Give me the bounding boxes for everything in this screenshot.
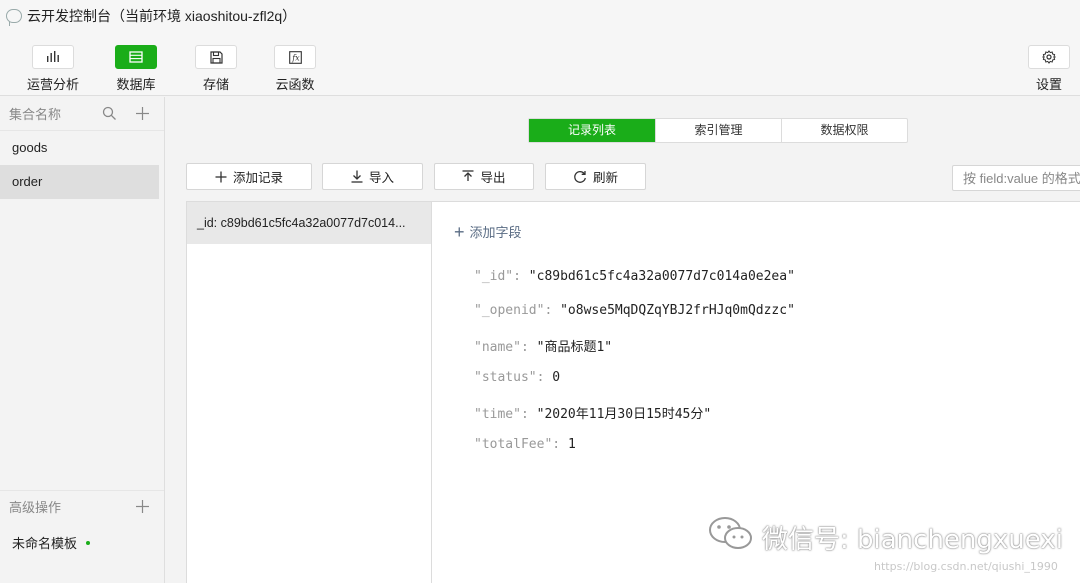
field-value: "o8wse5MqDQZqYBJ2frHJq0mQdzzc" xyxy=(560,303,795,318)
collection-item-order[interactable]: order xyxy=(0,165,159,199)
main-panel: 记录列表 索引管理 数据权限 添加记录 导入 导出 刷新 _id: c89bd6… xyxy=(165,97,1080,583)
import-button[interactable]: 导入 xyxy=(322,163,423,190)
toolbar-item-cloud-functions[interactable]: fx 云函数 xyxy=(260,45,330,93)
record-list: _id: c89bd61c5fc4a32a0077d7c014... xyxy=(186,201,432,583)
database-icon xyxy=(115,45,157,69)
field-key: "totalFee" xyxy=(474,437,553,452)
toolbar-label: 云函数 xyxy=(275,77,315,92)
search-input[interactable] xyxy=(952,165,1080,191)
plus-icon: + xyxy=(454,221,465,242)
field-key: "_openid" xyxy=(474,303,545,318)
advanced-header-label: 高级操作 xyxy=(9,500,62,515)
save-icon xyxy=(195,45,237,69)
collection-item-goods[interactable]: goods xyxy=(0,131,164,165)
window-title: 云开发控制台（当前环境 xiaoshitou-zfl2q） xyxy=(27,8,297,24)
plus-icon xyxy=(215,171,227,183)
watermark-url: https://blog.csdn.net/qiushi_1990 xyxy=(874,560,1058,573)
watermark-text: 微信号: bianchengxuexi xyxy=(762,525,1063,555)
toolbar-label: 数据库 xyxy=(116,77,156,92)
export-label: 导出 xyxy=(480,171,506,185)
wechat-devtools-icon xyxy=(6,9,22,26)
field-row[interactable]: "time": "2020年11月30日15时45分" xyxy=(474,403,711,422)
field-key: "time" xyxy=(474,407,521,422)
field-value: 0 xyxy=(552,370,561,385)
status-dot xyxy=(86,540,91,545)
bar-chart-icon xyxy=(32,45,74,69)
refresh-label: 刷新 xyxy=(592,171,618,185)
tab-indexes[interactable]: 索引管理 xyxy=(655,119,781,142)
field-value: "商品标题1" xyxy=(536,340,613,355)
field-row[interactable]: "_id": "c89bd61c5fc4a32a0077d7c014a0e2ea… xyxy=(474,269,795,284)
field-value: "2020年11月30日15时45分" xyxy=(536,407,712,422)
collection-sidebar: 集合名称 goods order 高级操作 未命名模板 xyxy=(0,97,165,583)
toolbar-item-storage[interactable]: 存储 xyxy=(181,45,251,93)
wechat-logo-icon xyxy=(708,515,754,560)
tab-permissions[interactable]: 数据权限 xyxy=(781,119,907,142)
toolbar-item-settings[interactable]: 设置 xyxy=(1014,45,1080,93)
upload-icon xyxy=(462,170,474,183)
export-button[interactable]: 导出 xyxy=(434,163,534,190)
field-key: "status" xyxy=(474,370,537,385)
download-icon xyxy=(351,170,363,183)
field-key: "_id" xyxy=(474,269,514,284)
svg-text:fx: fx xyxy=(291,53,300,62)
add-record-label: 添加记录 xyxy=(232,171,283,185)
collection-header-label: 集合名称 xyxy=(9,107,62,122)
add-field-label: 添加字段 xyxy=(469,225,522,240)
template-item[interactable]: 未命名模板 xyxy=(12,533,91,552)
add-record-button[interactable]: 添加记录 xyxy=(186,163,312,190)
search-icon[interactable] xyxy=(102,106,117,124)
toolbar-item-database[interactable]: 数据库 xyxy=(101,45,171,93)
refresh-button[interactable]: 刷新 xyxy=(545,163,646,190)
refresh-icon xyxy=(573,170,587,184)
field-row[interactable]: "totalFee": 1 xyxy=(474,437,576,452)
add-field-button[interactable]: + 添加字段 xyxy=(454,222,522,241)
import-label: 导入 xyxy=(368,171,394,185)
add-collection-icon[interactable] xyxy=(135,106,150,124)
gear-icon xyxy=(1028,45,1070,69)
advanced-header: 高级操作 xyxy=(0,490,164,522)
field-row[interactable]: "_openid": "o8wse5MqDQZqYBJ2frHJq0mQdzzc… xyxy=(474,303,795,318)
field-key: "name" xyxy=(474,340,521,355)
collection-header: 集合名称 xyxy=(0,97,164,131)
watermark: 微信号: bianchengxuexi xyxy=(708,515,1063,560)
toolbar: 运营分析 数据库 存储 fx 云函数 设置 xyxy=(0,32,1080,96)
toolbar-item-analytics[interactable]: 运营分析 xyxy=(18,45,88,93)
toolbar-label: 运营分析 xyxy=(26,77,79,92)
field-row[interactable]: "name": "商品标题1" xyxy=(474,336,612,355)
tab-records[interactable]: 记录列表 xyxy=(529,119,655,142)
record-item[interactable]: _id: c89bd61c5fc4a32a0077d7c014... xyxy=(187,202,431,244)
tab-bar: 记录列表 索引管理 数据权限 xyxy=(528,118,908,143)
toolbar-label: 存储 xyxy=(202,77,229,92)
add-template-icon[interactable] xyxy=(135,499,150,517)
field-value: "c89bd61c5fc4a32a0077d7c014a0e2ea" xyxy=(528,269,795,284)
field-row[interactable]: "status": 0 xyxy=(474,370,560,385)
settings-label: 设置 xyxy=(1035,77,1062,92)
field-value: 1 xyxy=(567,437,576,452)
title-bar: 云开发控制台（当前环境 xiaoshitou-zfl2q） xyxy=(0,0,1080,32)
function-icon: fx xyxy=(274,45,316,69)
template-label: 未命名模板 xyxy=(12,536,78,551)
